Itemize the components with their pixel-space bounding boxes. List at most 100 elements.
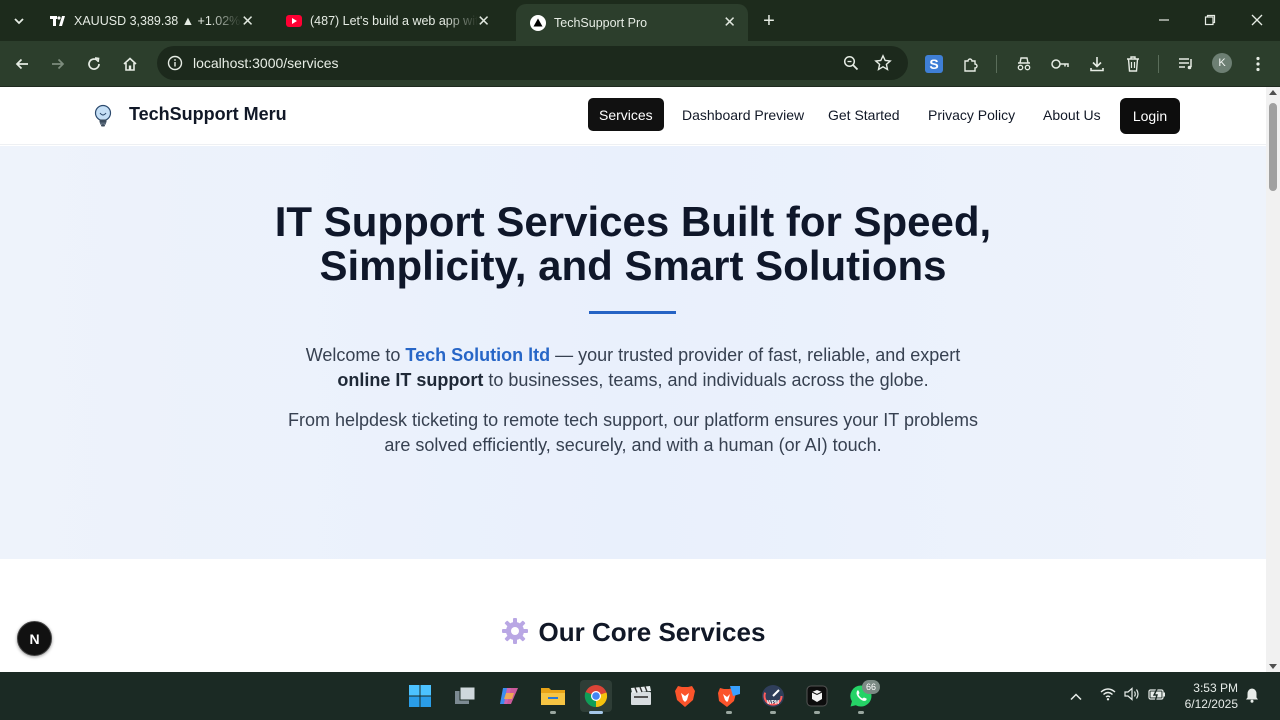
zoom-icon[interactable] [843,55,859,76]
battery-charging-icon[interactable] [1148,687,1166,706]
tab-search-menu-button[interactable] [6,8,32,34]
windows-logo-icon [409,685,431,707]
tab-title: TechSupport Pro [554,15,648,30]
browser-tab-tradingview[interactable]: XAUUSD 3,389.38 ▲ +1.02% Un ✕ [36,6,266,36]
brand-name[interactable]: TechSupport Meru [129,104,287,125]
nextjs-dev-indicator[interactable]: N [17,621,52,656]
restore-window-button[interactable] [1187,6,1233,34]
intro-strong: online IT support [337,370,484,390]
browser-tab-techsupport[interactable]: TechSupport Pro ✕ [516,4,748,41]
clock-time: 3:53 PM [1193,681,1238,695]
hero-title-line2: Simplicity, and Smart Solutions [319,242,947,289]
nav-dashboard-preview[interactable]: Dashboard Preview [671,98,815,131]
back-button[interactable] [8,50,36,78]
hero-divider [589,311,676,314]
nav-get-started[interactable]: Get Started [817,98,911,131]
browser-tab-strip: XAUUSD 3,389.38 ▲ +1.02% Un ✕ (487) Let'… [0,0,1280,41]
intro-mid: — your trusted provider of fast, reliabl… [550,345,961,365]
extensions-puzzle-icon[interactable] [960,53,982,75]
taskbar-chrome[interactable] [580,680,612,714]
incognito-icon[interactable] [1013,53,1035,75]
scroll-thumb[interactable] [1269,103,1277,191]
download-icon[interactable] [1086,53,1108,75]
minimize-window-button[interactable] [1141,6,1187,34]
youtube-icon [286,13,302,29]
close-tab-icon[interactable]: ✕ [241,12,254,30]
nav-about-us[interactable]: About Us [1032,98,1112,131]
address-bar[interactable]: localhost:3000/services [157,46,908,80]
home-button[interactable] [116,50,144,78]
gear-icon [501,617,529,645]
tradingview-icon [50,13,66,29]
browser-toolbar: localhost:3000/services S K [0,41,1280,86]
taskbar-wpm-app[interactable]: WPM [757,680,789,714]
task-view-icon [455,686,476,704]
taskbar-brave[interactable] [669,680,701,712]
intro-suffix: to businesses, teams, and individuals ac… [483,370,929,390]
running-indicator [770,711,776,714]
brave-lion-icon [675,686,695,707]
minimize-icon [1159,19,1169,21]
taskbar-cube-app[interactable] [801,680,833,714]
nav-services[interactable]: Services [588,98,664,131]
hero-title: IT Support Services Built for Speed, Sim… [0,200,1266,288]
brave-beta-icon [718,686,740,707]
kebab-menu-icon[interactable] [1247,53,1269,75]
running-indicator [589,711,603,714]
svg-text:WPM: WPM [767,700,779,706]
site-header: TechSupport Meru Services Dashboard Prev… [0,87,1266,145]
login-button[interactable]: Login [1120,98,1180,134]
running-indicator [726,711,732,714]
close-tab-icon[interactable]: ✕ [723,13,736,31]
svg-text:S: S [929,56,938,72]
cube-app-icon [806,685,828,707]
hero-section: IT Support Services Built for Speed, Sim… [0,146,1266,559]
arrow-left-icon [15,58,28,70]
intro-prefix: Welcome to [305,345,406,365]
close-tab-icon[interactable]: ✕ [477,12,490,30]
running-indicator [814,711,820,714]
wifi-icon[interactable] [1100,687,1116,706]
system-clock[interactable]: 3:53 PM 6/12/2025 [1176,680,1238,712]
tray-overflow-chevron-icon[interactable] [1070,689,1082,707]
forward-button[interactable] [44,50,72,78]
url-text: localhost:3000/services [193,55,339,71]
profile-avatar[interactable]: K [1212,53,1232,73]
taskbar-clapper-app[interactable] [625,680,657,712]
page-viewport: TechSupport Meru Services Dashboard Prev… [0,87,1266,672]
reload-button[interactable] [80,50,108,78]
volume-icon[interactable] [1124,687,1140,706]
tab-title: (487) Let's build a web app with [310,14,478,28]
detail-line2: are solved efficiently, securely, and wi… [384,435,882,455]
scroll-up-arrow[interactable] [1269,90,1277,95]
trash-icon[interactable] [1122,53,1144,75]
clapperboard-icon [631,686,651,705]
bookmark-star-icon[interactable] [874,54,892,77]
browser-tab-youtube[interactable]: (487) Let's build a web app with ✕ [272,6,502,36]
media-playlist-icon[interactable] [1175,53,1197,75]
taskbar-file-explorer[interactable] [537,680,569,714]
windows-taskbar: WPM [0,672,1280,720]
task-view-button[interactable] [449,680,481,712]
detail-line1: From helpdesk ticketing to remote tech s… [288,410,978,430]
password-key-icon[interactable] [1049,53,1071,75]
start-button[interactable] [404,680,436,712]
notification-bell-icon[interactable] [1244,687,1260,708]
tab-title: XAUUSD 3,389.38 ▲ +1.02% Un [74,14,242,28]
new-tab-button[interactable]: + [756,8,782,34]
close-window-button[interactable] [1234,6,1280,34]
nextjs-triangle-icon [530,14,546,31]
page-scrollbar[interactable] [1266,87,1280,672]
taskbar-brave-beta[interactable] [713,680,745,714]
scroll-down-arrow[interactable] [1269,664,1277,669]
lightbulb-logo-icon [92,103,114,131]
taskbar-copilot[interactable] [493,680,525,712]
extension-s-icon[interactable]: S [923,53,945,75]
site-info-icon[interactable] [167,55,183,71]
arrow-right-icon [52,58,65,70]
home-icon [123,57,137,71]
nav-privacy-policy[interactable]: Privacy Policy [917,98,1026,131]
core-services-title: Our Core Services [538,617,766,647]
whatsapp-unread-badge: 66 [862,680,880,694]
core-services-heading: Our Core Services [0,617,1266,648]
